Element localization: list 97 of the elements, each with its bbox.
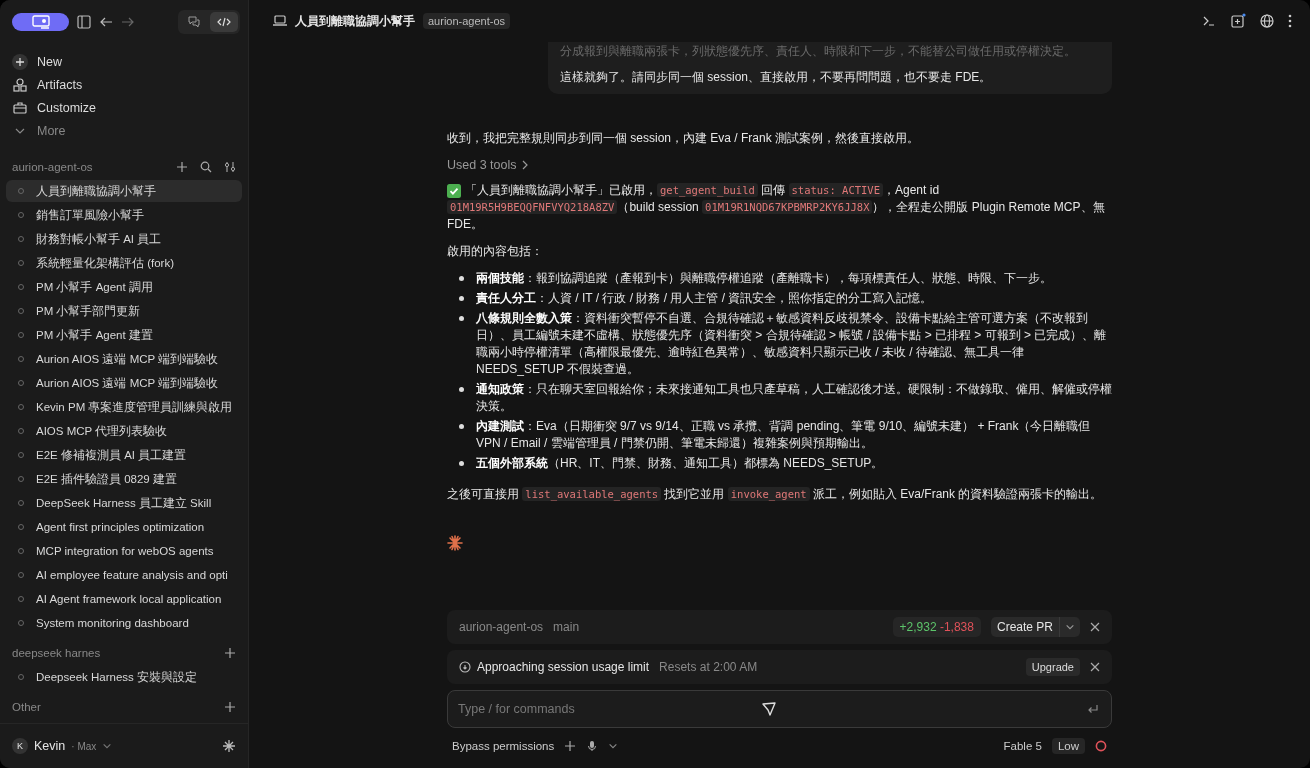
list-item-text: 八條規則全數入策：資料衝突暫停不自選、合規待確認＋敏感資料反歧視禁令、設備卡點給主管可選方案（不改報到日）、員工編號未建不虛構、狀態優先序（資料衝突 > 合規待確認 > 帳號 / 設備卡點 > 已排程 > 可報到 > 已完成）、離職兩小時停權清單（高權限最優先、逾時紅色異常）、敏感資料只顯示已收 / 未收 / 待確認、無工具一律 NEEDS_SETUP 不假裝查過。 <box>476 310 1108 378</box>
chat-list-item[interactable]: 人員到離職協調小幫手 <box>6 180 242 202</box>
diff-stats[interactable]: +2,932 -1,838 <box>892 617 981 637</box>
back-arrow-icon[interactable] <box>99 15 113 29</box>
user-avatar[interactable]: K <box>12 738 28 754</box>
list-item-text: 兩個技能：報到協調追蹤（產報到卡）與離職停權追蹤（產離職卡），每項標責任人、狀態、時限、下一步。 <box>476 270 1052 287</box>
message-text: 這樣就夠了。請同步同一個 session、直接啟用，不要再問問題，也不要走 FDE。 <box>560 69 993 86</box>
chat-list-item[interactable]: 財務對帳小幫手 AI 員工 <box>6 228 242 250</box>
section-title: aurion-agent-os <box>12 161 93 173</box>
microphone-icon[interactable] <box>586 740 599 752</box>
bullet-icon <box>459 461 464 466</box>
model-selector[interactable]: Fable 5 <box>1003 740 1042 752</box>
usage-warning-text: Approaching session usage limit <box>477 660 650 674</box>
repo-name: aurion-agent-os <box>459 620 544 634</box>
app-switch-button[interactable] <box>12 13 69 31</box>
chat-list-item[interactable]: Agent first principles optimization <box>6 516 242 538</box>
plus-icon[interactable] <box>176 161 188 173</box>
chat-list-item[interactable]: PM 小幫手 Agent 調用 <box>6 276 242 298</box>
message-text: 啟用的內容包括： <box>447 243 544 260</box>
nav-item[interactable]: Customize <box>6 96 242 119</box>
chevron-down-icon[interactable] <box>608 741 619 751</box>
bullet-icon <box>459 296 464 301</box>
forward-arrow-icon[interactable] <box>121 15 135 29</box>
tools-used-link[interactable]: Used 3 tools <box>447 158 530 172</box>
chevron-down-icon <box>1065 622 1075 632</box>
message-text: 之後可直接用 list_available_agents 找到它並用 invoke_agent 派工，例如貼入 Eva/Frank 的資料驗證兩張卡的輸出。 <box>447 486 1104 503</box>
spinner-burst-icon <box>447 535 463 551</box>
nav-item[interactable]: New <box>6 50 242 73</box>
chat-list-item[interactable]: Kevin PM 專案進度管理員訓練與啟用 <box>6 396 242 418</box>
globe-icon[interactable] <box>1260 14 1274 28</box>
sidebar-toggle-icon[interactable] <box>77 15 91 29</box>
chat-list-item[interactable]: Aurion AIOS 遠端 MCP 端到端驗收 <box>6 372 242 394</box>
plan-label: · Max <box>71 740 97 752</box>
upgrade-button[interactable]: Upgrade <box>1025 658 1080 676</box>
search-icon[interactable] <box>200 161 212 173</box>
project-tag: aurion-agent-os <box>423 13 511 29</box>
message-text: 分成報到與離職兩張卡，列狀態優先序、責任人、時限和下一步，不能替公司做任用或停權決定。 <box>560 44 1077 59</box>
close-icon[interactable] <box>1090 662 1100 672</box>
section-title: Other <box>12 701 41 713</box>
gauge-icon <box>459 661 471 673</box>
more-options-icon[interactable] <box>1288 14 1292 28</box>
permissions-mode-button[interactable]: Bypass permissions <box>452 740 555 752</box>
list-item-text: 內建測試：Eva（日期衝突 9/7 vs 9/14、正職 vs 承攬、背調 pending、筆電 9/10、編號未建） + Frank（今日離職但 VPN / Email / 雲端管理員 / 門禁仍開、筆電未歸還）複雜案例與預期輸出。 <box>476 418 1092 452</box>
check-icon <box>447 184 461 198</box>
bullet-icon <box>459 387 464 392</box>
nav-item[interactable]: More <box>6 119 242 142</box>
plus-icon[interactable] <box>564 740 577 752</box>
chat-list-item[interactable]: PM 小幫手 Agent 建置 <box>6 324 242 346</box>
branch-name: main <box>553 620 580 634</box>
code-mode-button[interactable] <box>210 12 238 32</box>
monitor-icon <box>31 15 50 29</box>
effort-selector[interactable]: Low <box>1051 738 1085 754</box>
list-item-text: 五個外部系統（HR、IT、門禁、財務、通知工具）都標為 NEEDS_SETUP。 <box>476 455 884 472</box>
list-item-text: 責任人分工：人資 / IT / 行政 / 財務 / 用人主管 / 資訊安全，照你指定的分工寫入記憶。 <box>476 290 933 307</box>
chat-list-item[interactable]: AIOS MCP 代理列表驗收 <box>6 420 242 442</box>
chat-list-item[interactable]: AI employee feature analysis and opti <box>6 564 242 586</box>
user-name[interactable]: Kevin <box>34 739 66 753</box>
bullet-icon <box>459 424 464 429</box>
code-icon <box>217 15 231 29</box>
chat-list-item[interactable]: E2E 插件驗證員 0829 建置 <box>6 468 242 490</box>
briefcase-icon <box>13 100 27 115</box>
plus-icon[interactable] <box>224 701 236 713</box>
plus-icon[interactable] <box>224 647 236 659</box>
message-input[interactable]: Type / for commands <box>456 701 761 717</box>
message-text: 收到，我把完整規則同步到同一個 session，內建 Eva / Frank 測試案例，然後直接啟用。 <box>447 130 921 147</box>
bullet-icon <box>459 316 464 321</box>
chevron-down-icon[interactable] <box>102 741 113 751</box>
list-item-text: 通知政策：只在聊天室回報給你；未來接通知工具也只產草稿，人工確認後才送。硬限制：不做錄取、僱用、解僱或停權決策。 <box>476 381 1112 415</box>
chat-bubbles-icon <box>187 15 201 29</box>
chat-list-item[interactable]: 銷售訂單風險小幫手 <box>6 204 242 226</box>
chat-title: 人員到離職協調小幫手 <box>295 12 415 30</box>
chat-list-item[interactable]: E2E 修補複測員 AI 員工建置 <box>6 444 242 466</box>
chat-list-item[interactable]: Deepseek Harness 安裝與設定 <box>6 666 242 688</box>
chat-list-item[interactable]: PM 小幫手部門更新 <box>6 300 242 322</box>
chat-list-item[interactable]: DeepSeek Harness 員工建立 Skill <box>6 492 242 514</box>
filter-sliders-icon[interactable] <box>224 161 236 173</box>
terminal-icon[interactable] <box>1202 14 1216 28</box>
plus-icon <box>12 53 28 70</box>
chat-list-item[interactable]: 系統輕量化架構評估 (fork) <box>6 252 242 274</box>
close-icon[interactable] <box>1090 622 1100 632</box>
sparkle-icon[interactable] <box>222 739 236 753</box>
enter-key-icon[interactable] <box>1087 703 1099 715</box>
chat-list-item[interactable]: MCP integration for webOS agents <box>6 540 242 562</box>
status-ring-icon <box>1095 740 1107 752</box>
pointer-cursor-icon <box>761 701 777 717</box>
chat-list-item[interactable]: AI Agent framework local application <box>6 588 242 610</box>
chat-list-item[interactable]: System monitoring dashboard <box>6 612 242 634</box>
chevron-right-icon <box>521 160 530 170</box>
laptop-icon <box>273 15 287 27</box>
chat-list-item[interactable]: Aurion AIOS 遠端 MCP 端到端驗收 <box>6 348 242 370</box>
message-text: 「人員到離職協調小幫手」已啟用， get_agent_build 回傳 status: ACTIVE ，Agent id 01M19R5H9BEQQFNFVYQ218A8ZV （build session 01M19R1NQD67KPBMRP2KY6JJ8X ），全程走公開版 Plugin Remote MCP、無 FDE。 <box>447 182 1106 233</box>
reset-time-text: Resets at 2:00 AM <box>659 660 758 674</box>
diff-panel-icon[interactable] <box>1230 13 1246 29</box>
nav-item[interactable]: Artifacts <box>6 73 242 96</box>
bullet-icon <box>459 276 464 281</box>
section-title: deepseek harnes <box>12 647 101 659</box>
shapes-icon <box>13 77 27 92</box>
